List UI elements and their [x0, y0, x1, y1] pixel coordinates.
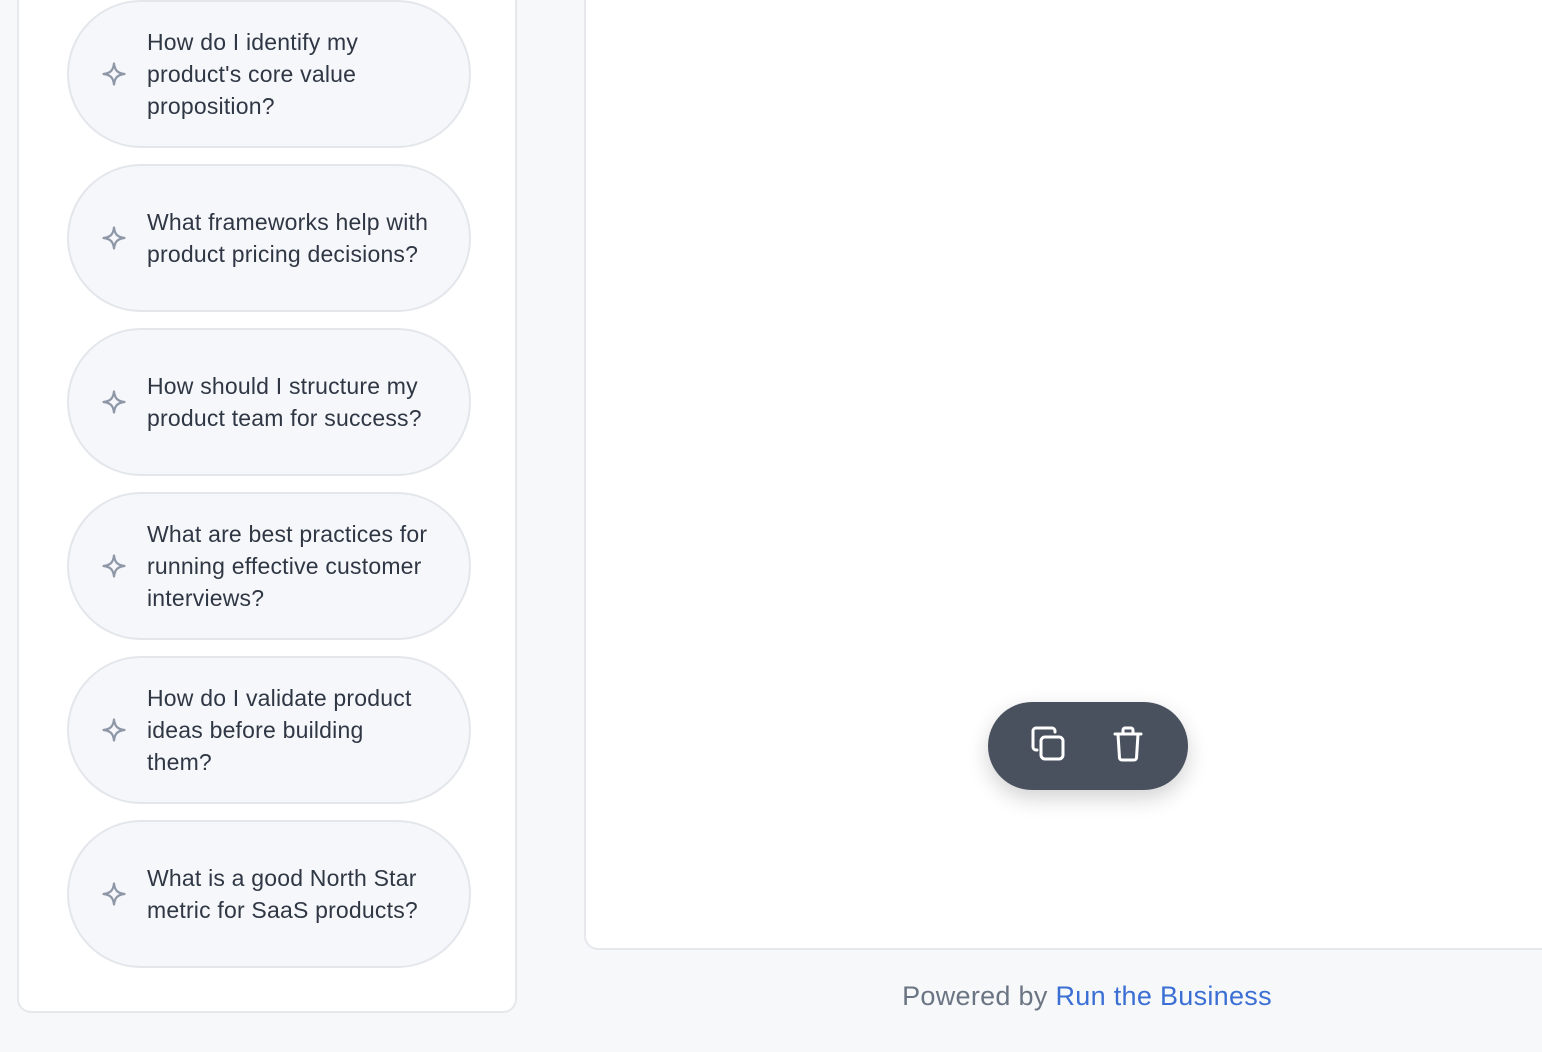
powered-by-footer: Powered by Run the Business — [584, 978, 1542, 1014]
suggestion-item[interactable]: What are best practices for running effe… — [67, 492, 471, 640]
delete-button[interactable] — [1105, 723, 1151, 769]
suggestion-item[interactable]: How do I validate product ideas before b… — [67, 656, 471, 804]
chat-panel — [584, 0, 1542, 950]
suggestion-label: How do I identify my product's core valu… — [147, 29, 359, 119]
suggestion-label: What is a good North Star metric for Saa… — [147, 865, 418, 923]
copy-icon — [1028, 724, 1068, 769]
suggestions-panel: How do I identify my product's core valu… — [17, 0, 517, 1013]
sparkle-icon — [101, 553, 127, 579]
suggestion-item[interactable]: How do I identify my product's core valu… — [67, 0, 471, 148]
trash-icon — [1108, 724, 1148, 769]
suggestion-item[interactable]: How should I structure my product team f… — [67, 328, 471, 476]
suggestion-label: What frameworks help with product pricin… — [147, 209, 429, 267]
suggestion-item[interactable]: What frameworks help with product pricin… — [67, 164, 471, 312]
suggestion-label: How do I validate product ideas before b… — [147, 685, 412, 775]
message-action-toolbar — [988, 702, 1188, 790]
sparkle-icon — [101, 225, 127, 251]
sparkle-icon — [101, 881, 127, 907]
suggestion-item[interactable]: What is a good North Star metric for Saa… — [67, 820, 471, 968]
suggestion-label: What are best practices for running effe… — [147, 521, 428, 611]
sparkle-icon — [101, 717, 127, 743]
sparkle-icon — [101, 61, 127, 87]
footer-prefix: Powered by — [902, 981, 1048, 1011]
sparkle-icon — [101, 389, 127, 415]
suggestion-label: How should I structure my product team f… — [147, 373, 422, 431]
run-the-business-link[interactable]: Run the Business — [1055, 981, 1271, 1011]
copy-button[interactable] — [1025, 723, 1071, 769]
